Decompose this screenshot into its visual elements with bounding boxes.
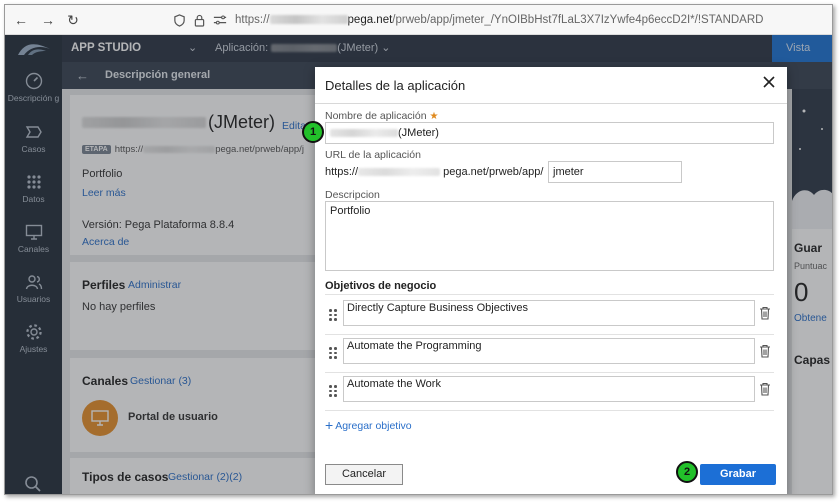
app-url-label: URL de la aplicación <box>325 149 421 161</box>
close-icon[interactable] <box>761 74 777 90</box>
dialog-divider <box>315 103 787 104</box>
objectives-title: Objetivos de negocio <box>325 280 437 292</box>
drag-handle-icon[interactable] <box>329 309 337 321</box>
drag-handle-icon[interactable] <box>329 347 337 359</box>
address-bar[interactable]: https:// pega.net/prweb/app/jmeter_/YnOIB… <box>173 11 763 29</box>
app-url-path: pega.net/prweb/app/ <box>443 166 544 178</box>
step-marker-1: 1 <box>302 121 324 143</box>
save-button[interactable]: Grabar <box>700 464 776 485</box>
plus-icon: + <box>325 417 334 433</box>
shield-icon <box>174 13 185 27</box>
trash-icon[interactable] <box>759 382 771 396</box>
objective-input[interactable]: Automate the Programming <box>343 338 755 364</box>
app-url-prefix: https:// pega.net/prweb/app/ <box>325 166 543 178</box>
app-name-input[interactable]: (JMeter) <box>325 122 774 144</box>
add-objective-label: Agregar objetivo <box>335 420 412 432</box>
lock-icon <box>194 14 205 27</box>
required-star-icon: ★ <box>429 111 439 122</box>
app-name-label-text: Nombre de aplicación <box>325 110 427 122</box>
url-host: pega.net <box>347 14 393 26</box>
step-marker-2: 2 <box>676 461 698 483</box>
objectives-divider <box>325 294 774 295</box>
objective-row: Automate the Programming <box>325 337 774 373</box>
drag-handle-icon[interactable] <box>329 385 337 397</box>
forward-arrow-icon[interactable]: → <box>40 12 56 28</box>
back-arrow-icon[interactable]: ← <box>13 12 29 28</box>
trash-icon[interactable] <box>759 306 771 320</box>
app-url-input[interactable]: jmeter <box>548 161 682 183</box>
app-url-scheme: https:// <box>325 166 359 178</box>
objective-input[interactable]: Automate the Work <box>343 376 755 402</box>
app-name-value: (JMeter) <box>398 127 439 139</box>
reload-icon[interactable]: ↻ <box>65 12 81 28</box>
app-details-dialog: Detalles de la aplicación Nombre de apli… <box>315 67 787 494</box>
cancel-button[interactable]: Cancelar <box>325 464 403 485</box>
app-name-label: Nombre de aplicación ★ <box>325 110 438 122</box>
description-label: Descripcion <box>325 189 380 201</box>
objective-input[interactable]: Directly Capture Business Objectives <box>343 300 755 326</box>
objective-row: Automate the Work <box>325 375 774 411</box>
screenshot-frame: ← → ↻ https:// pega.net/prweb/app/jmeter_… <box>4 4 833 495</box>
add-objective-link[interactable]: + Agregar objetivo <box>325 417 412 433</box>
url-text: https:// pega.net/prweb/app/jmeter_/YnOIB… <box>235 14 763 26</box>
browser-toolbar: ← → ↻ https:// pega.net/prweb/app/jmeter_… <box>5 5 832 35</box>
objective-row: Directly Capture Business Objectives <box>325 299 774 335</box>
dialog-title: Detalles de la aplicación <box>325 78 466 93</box>
trash-icon[interactable] <box>759 344 771 358</box>
permissions-icon <box>213 15 227 25</box>
url-prefix: https:// <box>235 14 270 26</box>
description-textarea[interactable]: Portfolio <box>325 201 774 271</box>
url-path: /prweb/app/jmeter_/YnOIBbHst7fLaL3X7IzYw… <box>392 14 764 26</box>
